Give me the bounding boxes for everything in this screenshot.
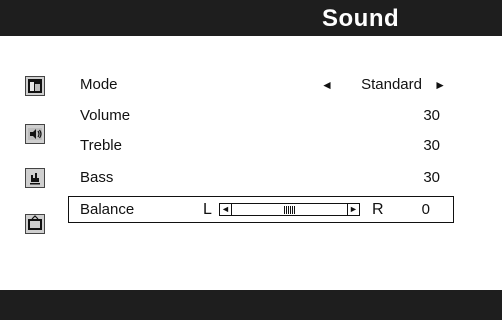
mode-value: Standard [361, 76, 422, 93]
balance-right-label: R [372, 201, 384, 218]
menu-title: Sound [322, 5, 400, 32]
bass-label: Bass [80, 169, 114, 186]
menu-row-treble[interactable]: Treble 30 [70, 133, 454, 159]
balance-value: 0 [421, 201, 430, 218]
menu-footer [0, 290, 502, 320]
sound-icon[interactable] [25, 124, 45, 144]
picture-icon[interactable] [25, 76, 45, 96]
menu-row-mode[interactable]: Mode ◄ Standard ► [70, 72, 454, 98]
balance-left-arrow: ◄ [221, 204, 230, 214]
balance-right-arrow: ► [349, 204, 358, 214]
balance-right-button[interactable]: ► [347, 203, 360, 216]
volume-value: 30 [423, 107, 440, 124]
menu-header: Sound [0, 0, 502, 36]
treble-label: Treble [80, 137, 122, 154]
treble-value: 30 [423, 137, 440, 154]
mode-selector[interactable]: ◄ Standard ► [321, 72, 446, 98]
mode-left-arrow[interactable]: ◄ [321, 72, 333, 98]
mode-right-arrow[interactable]: ► [434, 72, 446, 98]
balance-slider-thumb[interactable] [284, 205, 296, 214]
balance-slider[interactable]: ◄ ► [219, 203, 360, 216]
menu-row-volume[interactable]: Volume 30 [70, 103, 454, 129]
balance-left-label: L [203, 201, 212, 218]
balance-left-button[interactable]: ◄ [219, 203, 232, 216]
bass-value: 30 [423, 169, 440, 186]
features-icon[interactable] [25, 168, 45, 188]
volume-label: Volume [80, 107, 131, 124]
menu-row-balance[interactable]: Balance L ◄ ► R 0 [68, 196, 454, 223]
balance-label: Balance [80, 201, 135, 218]
mode-label: Mode [80, 76, 118, 93]
menu-row-bass[interactable]: Bass 30 [70, 165, 454, 191]
channel-icon[interactable] [25, 214, 45, 234]
